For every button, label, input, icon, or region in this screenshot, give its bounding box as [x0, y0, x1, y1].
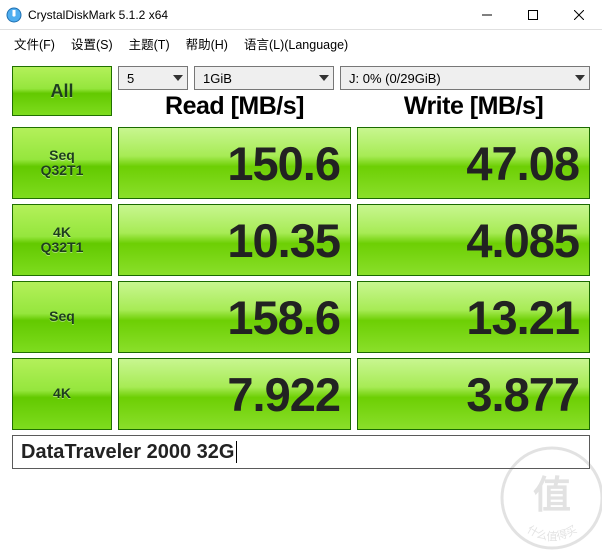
- seq-q32t1-write: 47.08: [357, 127, 590, 199]
- top-controls: All 5 1GiB J: 0% (0/29GiB) Read [MB/s]: [12, 66, 590, 123]
- menu-help[interactable]: 帮助(H): [178, 31, 236, 56]
- size-value: 1GiB: [203, 71, 232, 86]
- runs-value: 5: [127, 71, 134, 86]
- row-4k-q32t1: 4K Q32T1 10.35 4.085: [12, 204, 590, 276]
- row-label: Seq Q32T1: [41, 148, 84, 179]
- 4k-q32t1-read: 10.35: [118, 204, 351, 276]
- maximize-button[interactable]: [510, 0, 556, 29]
- close-button[interactable]: [556, 0, 602, 29]
- drive-select[interactable]: J: 0% (0/29GiB): [340, 66, 590, 90]
- seq-button[interactable]: Seq: [12, 281, 112, 353]
- menu-file[interactable]: 文件(F): [6, 31, 63, 56]
- window-titlebar: CrystalDiskMark 5.1.2 x64: [0, 0, 602, 30]
- runs-select[interactable]: 5: [118, 66, 188, 90]
- header-write: Write [MB/s]: [357, 92, 590, 121]
- drive-name-input[interactable]: DataTraveler 2000 32G: [12, 435, 590, 469]
- svg-text:值: 值: [533, 475, 571, 517]
- header-read: Read [MB/s]: [118, 92, 351, 121]
- drive-name-value: DataTraveler 2000 32G: [21, 441, 235, 464]
- seq-q32t1-button[interactable]: Seq Q32T1: [12, 127, 112, 199]
- column-headers: Read [MB/s] Write [MB/s]: [118, 92, 590, 121]
- 4k-write: 3.877: [357, 358, 590, 430]
- row-seq-q32t1: Seq Q32T1 150.6 47.08: [12, 127, 590, 199]
- svg-text:什么值得买: 什么值得买: [525, 523, 580, 543]
- row-label: Seq: [49, 309, 75, 324]
- menu-settings[interactable]: 设置(S): [63, 31, 121, 56]
- seq-write: 13.21: [357, 281, 590, 353]
- content-area: All 5 1GiB J: 0% (0/29GiB) Read [MB/s]: [0, 56, 602, 475]
- chevron-down-icon: [575, 75, 585, 81]
- menu-language[interactable]: 语言(L)(Language): [236, 31, 356, 56]
- window-controls: [464, 0, 602, 29]
- menu-theme[interactable]: 主题(T): [121, 31, 178, 56]
- all-button[interactable]: All: [12, 66, 112, 116]
- 4k-q32t1-write: 4.085: [357, 204, 590, 276]
- chevron-down-icon: [173, 75, 183, 81]
- minimize-button[interactable]: [464, 0, 510, 29]
- row-label: 4K: [53, 386, 71, 401]
- 4k-button[interactable]: 4K: [12, 358, 112, 430]
- 4k-q32t1-button[interactable]: 4K Q32T1: [12, 204, 112, 276]
- seq-read: 158.6: [118, 281, 351, 353]
- size-select[interactable]: 1GiB: [194, 66, 334, 90]
- row-seq: Seq 158.6 13.21: [12, 281, 590, 353]
- app-icon: [6, 7, 22, 23]
- seq-q32t1-read: 150.6: [118, 127, 351, 199]
- 4k-read: 7.922: [118, 358, 351, 430]
- chevron-down-icon: [319, 75, 329, 81]
- row-4k: 4K 7.922 3.877: [12, 358, 590, 430]
- text-caret: [236, 441, 237, 463]
- window-title: CrystalDiskMark 5.1.2 x64: [28, 8, 464, 22]
- menu-bar: 文件(F) 设置(S) 主题(T) 帮助(H) 语言(L)(Language): [0, 30, 602, 56]
- drive-value: J: 0% (0/29GiB): [349, 71, 441, 86]
- row-label: 4K Q32T1: [41, 225, 84, 256]
- all-button-label: All: [50, 81, 73, 102]
